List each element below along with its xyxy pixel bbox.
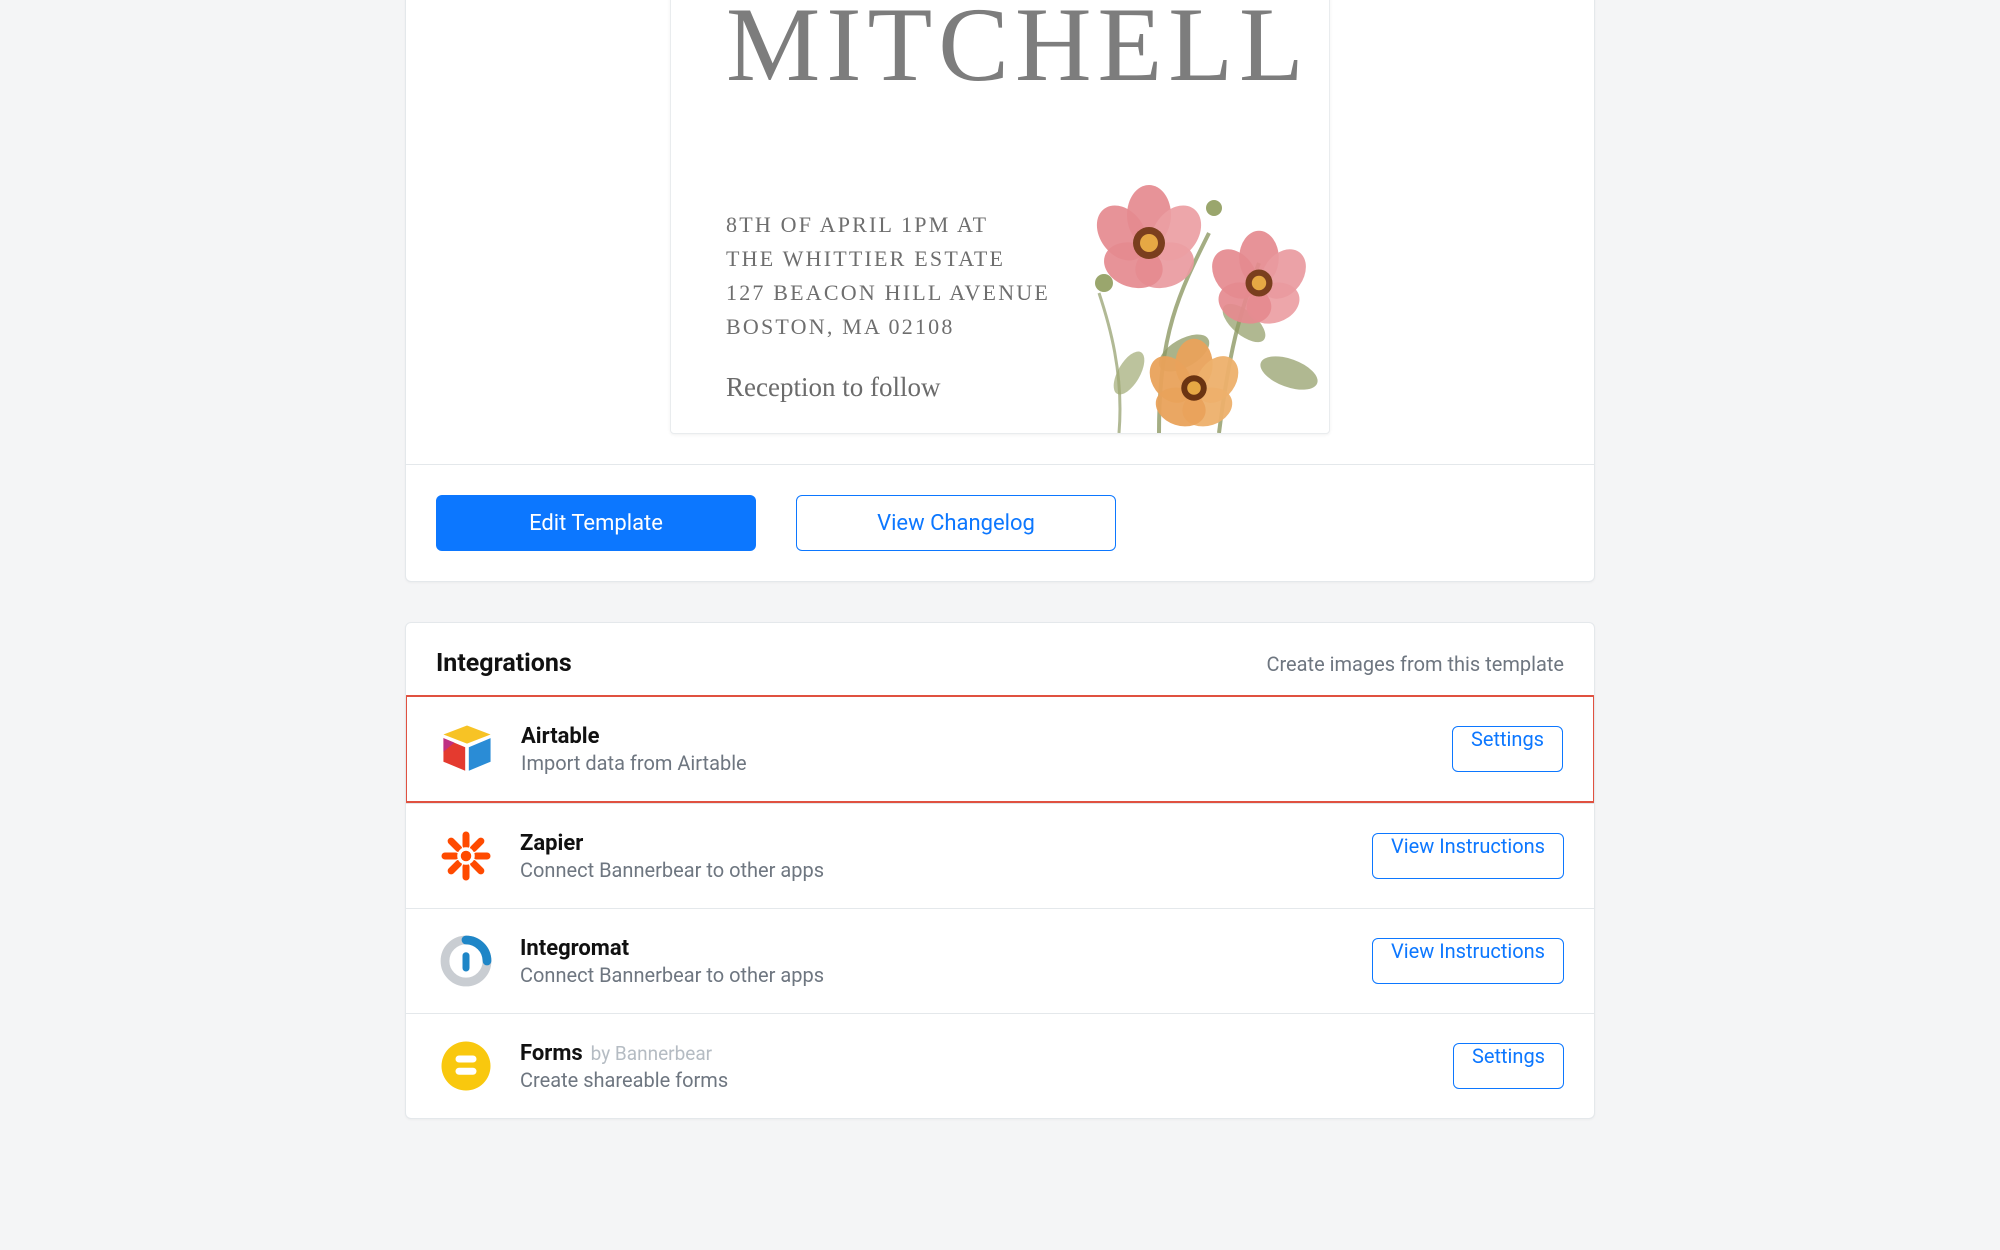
invitation-detail-line: 127 BEACON HILL AVENUE (726, 276, 1274, 310)
integration-row-zapier[interactable]: Zapier Connect Bannerbear to other apps … (406, 803, 1594, 908)
integration-description: Connect Bannerbear to other apps (520, 963, 1348, 987)
forms-settings-button[interactable]: Settings (1453, 1043, 1564, 1089)
airtable-icon (437, 719, 497, 779)
integrations-header: Integrations Create images from this tem… (406, 623, 1594, 696)
forms-icon (436, 1036, 496, 1096)
integration-description: Import data from Airtable (521, 751, 1428, 775)
integration-row-airtable[interactable]: Airtable Import data from Airtable Setti… (405, 695, 1595, 803)
integration-row-forms[interactable]: Forms by Bannerbear Create shareable for… (406, 1013, 1594, 1118)
zapier-icon (436, 826, 496, 886)
invitation-card: MITCHELL 8TH OF APRIL 1PM AT THE WHITTIE… (670, 0, 1330, 434)
integration-title: Integromat (520, 936, 1348, 961)
invitation-detail-line: 8TH OF APRIL 1PM AT (726, 208, 1274, 242)
invitation-headline: MITCHELL (726, 0, 1274, 98)
integration-by-tag: by Bannerbear (591, 1042, 712, 1065)
integration-title: Zapier (520, 831, 1348, 856)
airtable-settings-button[interactable]: Settings (1452, 726, 1563, 772)
integration-description: Connect Bannerbear to other apps (520, 858, 1348, 882)
integration-title: Forms (520, 1041, 583, 1066)
zapier-instructions-button[interactable]: View Instructions (1372, 833, 1564, 879)
invitation-details: 8TH OF APRIL 1PM AT THE WHITTIER ESTATE … (726, 208, 1274, 344)
integration-description: Create shareable forms (520, 1068, 1429, 1092)
template-preview: MITCHELL 8TH OF APRIL 1PM AT THE WHITTIE… (406, 0, 1594, 465)
template-actions: Edit Template View Changelog (406, 465, 1594, 581)
integromat-icon (436, 931, 496, 991)
edit-template-button[interactable]: Edit Template (436, 495, 756, 551)
invitation-detail-line: THE WHITTIER ESTATE (726, 242, 1274, 276)
invitation-detail-line: BOSTON, MA 02108 (726, 310, 1274, 344)
view-changelog-button[interactable]: View Changelog (796, 495, 1116, 551)
integrations-subtitle: Create images from this template (1266, 652, 1564, 676)
invitation-reception: Reception to follow (726, 372, 1274, 403)
integromat-instructions-button[interactable]: View Instructions (1372, 938, 1564, 984)
integration-title: Airtable (521, 724, 1428, 749)
integration-row-integromat[interactable]: Integromat Connect Bannerbear to other a… (406, 908, 1594, 1013)
template-panel: MITCHELL 8TH OF APRIL 1PM AT THE WHITTIE… (405, 0, 1595, 582)
integrations-title: Integrations (436, 649, 572, 678)
integrations-panel: Integrations Create images from this tem… (405, 622, 1595, 1119)
